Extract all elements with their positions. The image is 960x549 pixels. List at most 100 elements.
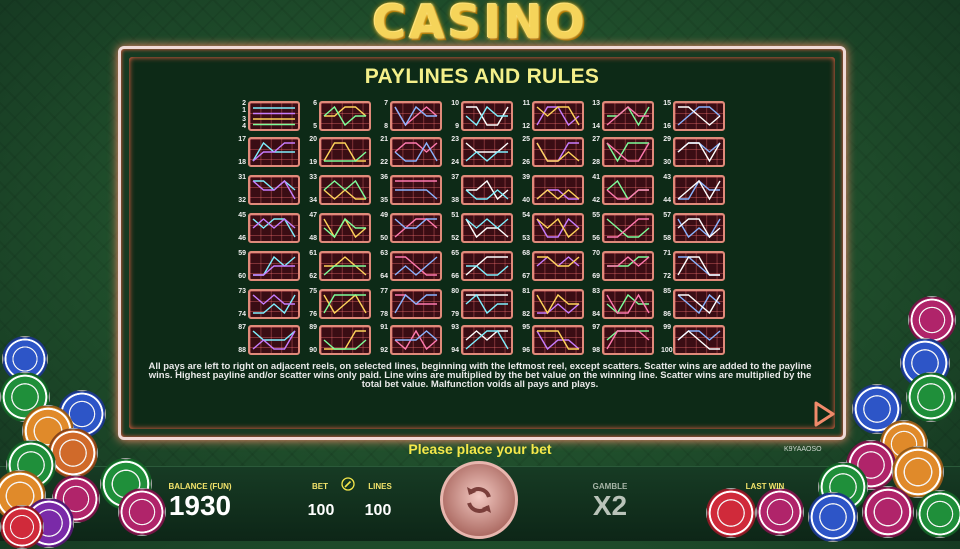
payline-number: 54 (522, 212, 530, 219)
payline-number: 74 (238, 311, 246, 318)
payline-number: 41 (592, 174, 600, 181)
payline-number: 23 (451, 136, 459, 143)
payline-pattern-icon (536, 217, 580, 239)
play-arrow-icon[interactable] (812, 400, 836, 428)
payline-card (319, 101, 371, 131)
payline-pattern-icon (677, 179, 721, 201)
payline-card (248, 251, 300, 281)
payline-pattern-icon (677, 256, 720, 276)
payline-number: 50 (380, 235, 388, 242)
payline-number: 4 (242, 123, 246, 130)
payline-number: 86 (663, 311, 671, 318)
payline-pattern-icon (536, 330, 580, 351)
poker-chip (908, 296, 956, 344)
payline-card (673, 101, 725, 131)
payline-card (248, 213, 300, 243)
payline-card (461, 101, 513, 131)
payline-number: 82 (522, 311, 530, 318)
payline-card (602, 137, 654, 167)
payline-number: 15 (663, 100, 671, 107)
payline-card (602, 325, 654, 355)
payline-number: 73 (238, 288, 246, 295)
gamble-button[interactable]: X2 (580, 490, 640, 522)
payline-number: 66 (451, 273, 459, 280)
payline-number: 34 (309, 197, 317, 204)
payline-number: 53 (522, 235, 530, 242)
payline-pattern-icon (252, 141, 295, 162)
payline-number: 19 (309, 159, 317, 166)
payline-card (319, 137, 371, 167)
payline-pattern-icon (465, 293, 508, 315)
spin-button[interactable] (440, 461, 518, 539)
payline-card (673, 175, 725, 205)
payline-number: 39 (522, 174, 530, 181)
payline-pattern-icon (677, 218, 721, 239)
payline-card (390, 101, 442, 131)
payline-number: 20 (309, 136, 317, 143)
payline-card (390, 175, 442, 205)
payline-number: 52 (451, 235, 459, 242)
payline-number: 62 (309, 273, 317, 280)
payline-number: 10 (451, 100, 459, 107)
payline-pattern-icon (677, 293, 721, 315)
poker-chip (808, 492, 858, 542)
payline-number: 93 (451, 324, 459, 331)
rules-text: All pays are left to right on adjacent r… (148, 361, 812, 390)
payline-number: 56 (592, 235, 600, 242)
payline-number: 17 (238, 136, 246, 143)
payline-number: 51 (451, 212, 459, 219)
payline-number: 98 (592, 347, 600, 354)
payline-number: 68 (522, 250, 530, 257)
payline-number: 65 (451, 250, 459, 257)
payline-card (461, 289, 513, 319)
payline-pattern-icon (323, 142, 367, 162)
payline-number: 24 (451, 159, 459, 166)
payline-pattern-icon (536, 256, 580, 267)
payline-number: 29 (663, 136, 671, 143)
poker-chip (48, 428, 98, 478)
payline-pattern-icon (394, 329, 438, 351)
payline-card (390, 137, 442, 167)
payline-pattern-icon (465, 179, 509, 201)
payline-card (390, 213, 442, 243)
payline-number: 11 (522, 100, 530, 107)
payline-number: 69 (592, 273, 600, 280)
payline-pattern-icon (607, 256, 650, 267)
payline-card (248, 289, 300, 319)
payline-pattern-icon (323, 179, 367, 200)
pencil-icon[interactable] (341, 477, 355, 491)
payline-number: 76 (309, 311, 317, 318)
payline-number: 32 (238, 197, 246, 204)
payline-pattern-icon (677, 330, 721, 350)
payline-pattern-icon (253, 107, 295, 126)
bet-label: BET (312, 482, 328, 491)
payline-pattern-icon (323, 105, 367, 127)
payline-number: 80 (451, 288, 459, 295)
poker-chip (706, 488, 756, 538)
payline-card (532, 251, 584, 281)
payline-card (532, 289, 584, 319)
payline-pattern-icon (252, 179, 296, 200)
payline-number: 90 (309, 347, 317, 354)
payline-number: 81 (522, 288, 530, 295)
payline-card (319, 175, 371, 205)
payline-card (532, 175, 584, 205)
payline-number: 78 (380, 311, 388, 318)
payline-pattern-icon (253, 255, 296, 276)
payline-number: 46 (238, 235, 246, 242)
refresh-icon (467, 487, 491, 513)
payline-card (248, 175, 300, 205)
payline-card (532, 325, 584, 355)
payline-number: 100 (661, 347, 673, 354)
bet-value[interactable]: 100 (296, 502, 346, 520)
payline-number: 59 (238, 250, 246, 257)
payline-card (248, 137, 300, 167)
payline-card (673, 137, 725, 167)
payline-card (602, 289, 654, 319)
payline-card (461, 175, 513, 205)
payline-card (602, 251, 654, 281)
poker-chip (862, 486, 914, 538)
lines-value[interactable]: 100 (353, 502, 403, 520)
payline-pattern-icon (394, 141, 438, 162)
payline-number: 37 (451, 174, 459, 181)
